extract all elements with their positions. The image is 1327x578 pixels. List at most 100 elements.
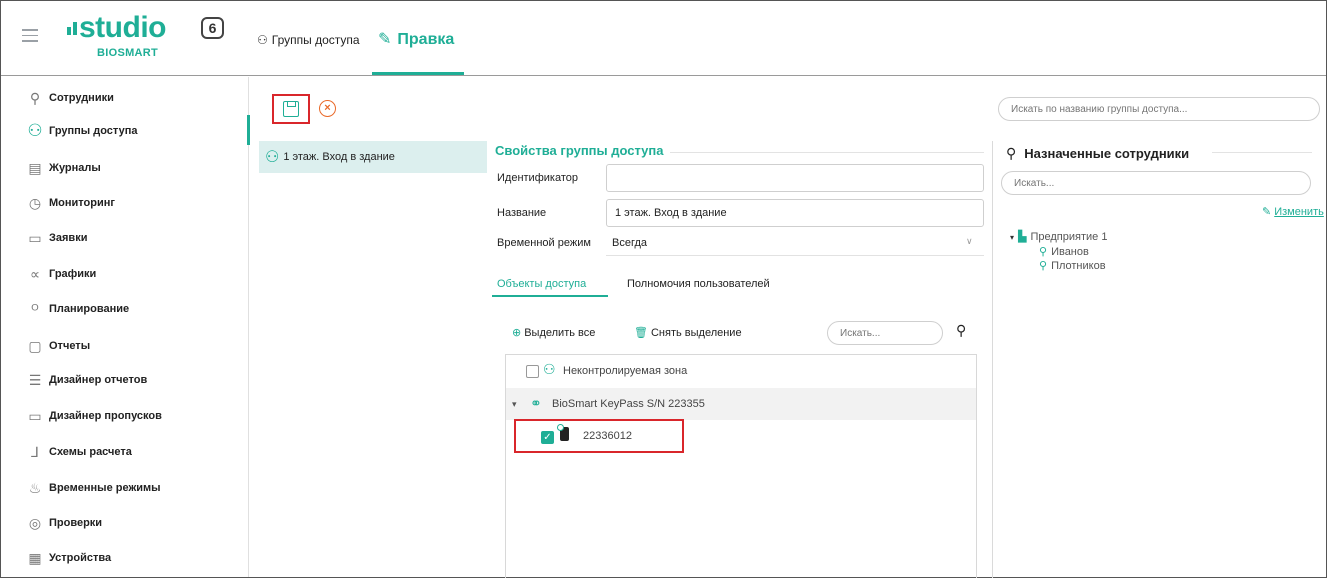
select-all-label: Выделить все (524, 327, 596, 339)
sidebar-item-label: Проверки (49, 517, 103, 529)
properties-title: Свойства группы доступа (495, 143, 670, 158)
edit-document-icon: ✎ (1262, 206, 1272, 218)
tree-row[interactable]: ▾ ⚭ BioSmart KeyPass S/N 223355 (506, 388, 976, 420)
group-list-item-label: 1 этаж. Вход в здание (283, 151, 395, 163)
person-icon: ⚲ (1039, 246, 1048, 258)
save-button[interactable] (272, 94, 310, 124)
person-icon: ⚲ (1006, 145, 1017, 161)
sidebar-item-pass-designer[interactable]: ▭ Дизайнер пропусков (27, 405, 162, 427)
sidebar-item-graphs[interactable]: ∝ Графики (27, 263, 96, 285)
group-search-input[interactable] (998, 97, 1320, 121)
close-icon: × (324, 102, 331, 114)
edit-document-icon: ✎ (378, 31, 392, 48)
plus-circle-icon: ⊕ (512, 327, 522, 339)
tree-row[interactable]: ⚇ Неконтролируемая зона (506, 355, 976, 387)
employee-name: Иванов (1051, 246, 1089, 258)
employee-item[interactable]: ⚲ Иванов (1039, 245, 1089, 258)
objects-search-input[interactable] (827, 321, 943, 345)
sidebar-item-label: Дизайнер пропусков (49, 410, 162, 422)
person-icon: ⚲ (1039, 260, 1048, 272)
sidebar-item-label: Мониторинг (49, 197, 115, 209)
sidebar-item-time-modes[interactable]: ♨ Временные режимы (27, 477, 161, 499)
reports-icon: ▢ (28, 338, 42, 354)
id-label: Идентификатор (497, 172, 578, 184)
checks-icon: ◎ (28, 515, 42, 531)
calc-scheme-icon: ⅃ (31, 444, 39, 460)
logo-subtitle: BIOSMART (97, 47, 159, 59)
employee-search-input[interactable] (1001, 171, 1311, 195)
sidebar-active-indicator (247, 115, 250, 145)
sidebar-item-calc-schemes[interactable]: ⅃ Схемы расчета (27, 441, 132, 463)
sidebar-item-label: Заявки (49, 232, 88, 244)
sidebar-item-requests[interactable]: ▭ Заявки (27, 227, 87, 249)
search-icon[interactable]: ⚲ (956, 322, 966, 339)
assigned-divider (1212, 152, 1312, 153)
tab-underline (492, 295, 608, 297)
chevron-down-icon[interactable]: ∨ (966, 236, 973, 247)
sidebar-item-label: Устройства (49, 552, 112, 564)
sidebar-item-employees[interactable]: ⚲ Сотрудники (27, 87, 114, 109)
employee-name: Плотников (1051, 260, 1106, 272)
time-mode-label: Временной режим (497, 237, 591, 249)
cancel-button[interactable]: × (319, 100, 336, 117)
sidebar-item-planning[interactable]: ᴼ Планирование (27, 298, 129, 320)
building-icon: ▙ (1018, 231, 1027, 243)
org-tree-node[interactable]: ▾ ▙ Предприятие 1 (1010, 230, 1107, 243)
breadcrumb-edit[interactable]: ✎ Правка (378, 29, 454, 49)
select-all-button[interactable]: ⊕ Выделить все (512, 326, 595, 339)
sidebar-item-label: Группы доступа (49, 125, 138, 137)
clear-selection-button[interactable]: 🗑 Снять выделение (634, 326, 742, 339)
org-name: Предприятие 1 (1030, 231, 1108, 243)
tab-access-objects[interactable]: Объекты доступа (497, 278, 586, 290)
graphs-icon: ∝ (29, 266, 40, 282)
change-link-label: Изменить (1274, 206, 1324, 218)
breadcrumb-edit-label: Правка (397, 31, 455, 48)
tab-user-permissions[interactable]: Полномочия пользователей (627, 278, 770, 290)
sidebar-item-label: Планирование (49, 303, 130, 315)
sidebar-item-report-designer[interactable]: ☰ Дизайнер отчетов (27, 369, 148, 391)
logo-version: 6 (201, 17, 224, 39)
time-mode-select[interactable]: Всегда (612, 237, 647, 249)
objects-tree: ⚇ Неконтролируемая зона ▾ ⚭ BioSmart Key… (505, 354, 977, 578)
journal-icon: ▤ (28, 160, 42, 176)
breadcrumb-groups[interactable]: ⚇ Группы доступа (257, 33, 360, 47)
monitoring-icon: ◷ (28, 195, 42, 211)
sidebar-item-reports[interactable]: ▢ Отчеты (27, 335, 90, 357)
right-panel-divider (992, 141, 993, 578)
employee-item[interactable]: ⚲ Плотников (1039, 259, 1106, 272)
sidebar: ⚲ Сотрудники ⚇ Группы доступа ▤ Журналы ◷ Мо… (1, 77, 250, 577)
assigned-employees-label: Назначенные сотрудники (1024, 146, 1190, 161)
sidebar-item-label: Схемы расчета (49, 446, 132, 458)
name-field[interactable] (606, 199, 984, 227)
people-icon: ⚇ (27, 121, 43, 140)
name-label: Название (497, 207, 547, 219)
sidebar-item-checks[interactable]: ◎ Проверки (27, 512, 102, 534)
people-icon: ⚇ (265, 149, 280, 166)
device-label: BioSmart KeyPass S/N 223355 (552, 398, 705, 410)
trash-icon: 🗑 (634, 327, 648, 339)
logo-mark-icon (67, 21, 79, 35)
active-tab-underline (372, 72, 464, 75)
people-icon: ⚇ (257, 33, 268, 47)
header: studio 6 BIOSMART ⚇ Группы доступа ✎ Правк… (1, 1, 1326, 76)
sidebar-item-label: Отчеты (49, 340, 91, 352)
hamburger-menu-icon[interactable] (22, 29, 38, 42)
chevron-down-icon[interactable]: ▾ (512, 399, 517, 410)
logo: studio 6 BIOSMART (67, 9, 237, 69)
sidebar-item-journals[interactable]: ▤ Журналы (27, 157, 101, 179)
sidebar-item-monitoring[interactable]: ◷ Мониторинг (27, 192, 115, 214)
uncontrolled-zone-checkbox[interactable] (526, 365, 539, 378)
sidebar-item-label: Журналы (49, 162, 101, 174)
chevron-down-icon[interactable]: ▾ (1010, 233, 1014, 242)
sidebar-item-devices[interactable]: ▦ Устройства (27, 547, 111, 569)
save-icon (283, 101, 299, 117)
sidebar-item-label: Дизайнер отчетов (49, 374, 148, 386)
id-field[interactable] (606, 164, 984, 192)
logo-word: studio (79, 11, 167, 44)
breadcrumb-groups-label: Группы доступа (271, 33, 360, 47)
change-link[interactable]: ✎ Изменить (1262, 205, 1324, 218)
person-icon: ⚲ (29, 90, 41, 106)
sidebar-item-label: Сотрудники (49, 92, 114, 104)
sidebar-item-access-groups[interactable]: ⚇ Группы доступа (27, 120, 137, 142)
group-list-item[interactable]: ⚇ 1 этаж. Вход в здание (259, 141, 487, 173)
